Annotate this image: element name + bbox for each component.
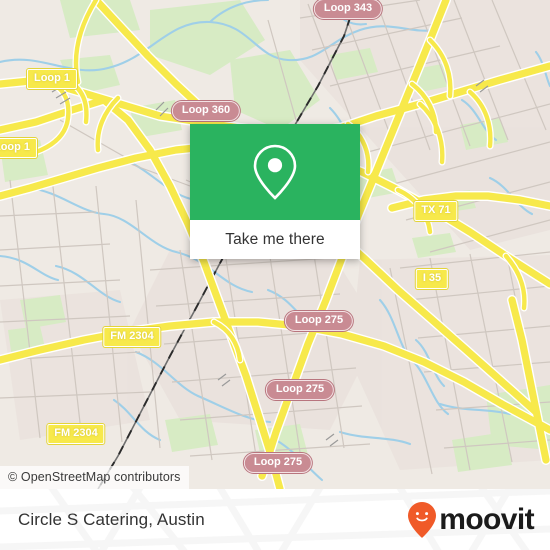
place-popup-card[interactable]: Take me there	[190, 124, 360, 259]
road-shield-loop-275-a[interactable]: Loop 275	[284, 311, 354, 331]
road-shield-fm-2304-b[interactable]: FM 2304	[47, 424, 105, 444]
map-canvas[interactable]: Loop 343 Loop 1 Loop 360 Loop 1 TX 71 I …	[0, 0, 550, 489]
road-shield-loop-275-c[interactable]: Loop 275	[243, 453, 313, 473]
moovit-wordmark: moovit	[439, 502, 534, 536]
footer-bar: Circle S Catering, Austin moovit	[0, 489, 550, 550]
popup-action-bar[interactable]: Take me there	[190, 220, 360, 259]
road-shield-loop-1-left[interactable]: Loop 1	[0, 138, 38, 158]
road-shield-loop-360[interactable]: Loop 360	[171, 101, 241, 121]
road-shield-loop-343[interactable]: Loop 343	[313, 0, 383, 19]
map-pin-icon	[253, 144, 297, 200]
place-title: Circle S Catering, Austin	[18, 509, 205, 529]
take-me-there-label: Take me there	[225, 230, 325, 248]
moovit-pin-smile-icon	[408, 501, 437, 538]
road-shield-i-35[interactable]: I 35	[415, 269, 449, 289]
road-shield-loop-1-top[interactable]: Loop 1	[26, 69, 78, 89]
moovit-logo[interactable]: moovit	[407, 501, 535, 539]
road-shield-loop-275-b[interactable]: Loop 275	[265, 380, 335, 400]
popup-marker-area	[190, 124, 360, 220]
moovit-map-screenshot: Loop 343 Loop 1 Loop 360 Loop 1 TX 71 I …	[0, 0, 550, 550]
osm-attribution[interactable]: © OpenStreetMap contributors	[0, 466, 189, 489]
road-shield-fm-2304-a[interactable]: FM 2304	[103, 327, 161, 347]
road-shield-tx-71[interactable]: TX 71	[414, 201, 458, 221]
